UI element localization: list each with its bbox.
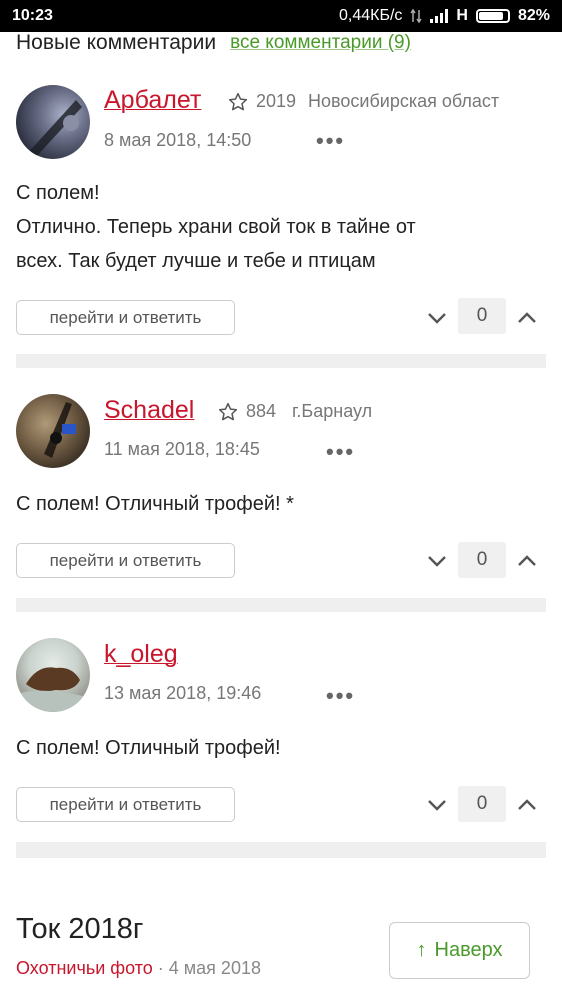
divider (16, 598, 546, 612)
status-bar: 10:23 0,44КБ/с H 82% (0, 0, 562, 32)
star-icon (218, 402, 238, 420)
status-battery: 82% (517, 7, 550, 24)
meta-separator: · (157, 958, 164, 978)
post-meta: Охотничьи фото · 4 мая 2018 (16, 958, 261, 979)
author-location: г.Барнаул (292, 401, 373, 421)
vote-down-icon[interactable] (426, 307, 448, 329)
vote-count: 0 (458, 298, 506, 334)
author-meta: 884 г.Барнаул (218, 401, 372, 422)
arrow-up-icon: ↑ (416, 939, 427, 961)
author-name[interactable]: Арбалет (104, 86, 201, 115)
vote-down-icon[interactable] (426, 550, 448, 572)
avatar[interactable] (16, 85, 90, 159)
comment-text: С полем! Отлично. Теперь храни свой ток … (16, 182, 416, 272)
vote-down-icon[interactable] (426, 794, 448, 816)
status-time: 10:23 (12, 7, 53, 24)
comment-date: 8 мая 2018, 14:50 (104, 130, 252, 150)
more-options-icon[interactable]: ••• (326, 439, 355, 465)
back-to-top-button[interactable]: ↑ Наверх (389, 922, 530, 979)
author-rating: 2019 (256, 91, 297, 111)
reply-button[interactable]: перейти и ответить (16, 543, 235, 578)
vote-up-icon[interactable] (516, 794, 538, 816)
reply-button[interactable]: перейти и ответить (16, 787, 235, 822)
divider (16, 842, 546, 858)
avatar[interactable] (16, 394, 90, 468)
section-title: Новые комментарии (16, 31, 217, 54)
post-title[interactable]: Ток 2018г (16, 913, 143, 946)
comment-date: 13 мая 2018, 19:46 (104, 683, 262, 703)
vote-count: 0 (458, 542, 506, 578)
post-date: 4 мая 2018 (168, 958, 261, 978)
comment-date: 11 мая 2018, 18:45 (104, 439, 260, 459)
author-rating: 884 (246, 401, 277, 421)
more-options-icon[interactable]: ••• (326, 683, 355, 709)
status-network: H (456, 7, 468, 24)
author-name[interactable]: Schadel (104, 396, 194, 425)
post-category[interactable]: Охотничьи фото (16, 958, 153, 978)
back-to-top-label: Наверх (434, 939, 503, 961)
signal-icon (430, 9, 449, 23)
vote-up-icon[interactable] (516, 307, 538, 329)
star-icon (228, 92, 248, 110)
all-comments-link[interactable]: все комментарии (9) (230, 32, 411, 54)
author-meta: 2019 Новосибирская област (228, 91, 499, 112)
comment-text: С полем! Отличный трофей! (16, 737, 281, 759)
vote-count: 0 (458, 786, 506, 822)
more-options-icon[interactable]: ••• (316, 128, 345, 154)
divider (16, 354, 546, 368)
status-speed: 0,44КБ/с (339, 7, 403, 24)
avatar[interactable] (16, 638, 90, 712)
comments-header: Новые комментарии все комментарии (9) (16, 31, 411, 54)
comment-text: С полем! Отличный трофей! * (16, 493, 294, 515)
vote-up-icon[interactable] (516, 550, 538, 572)
reply-button[interactable]: перейти и ответить (16, 300, 235, 335)
data-transfer-icon (410, 8, 423, 24)
author-location: Новосибирская област (308, 91, 500, 111)
battery-icon (475, 9, 510, 23)
author-name[interactable]: k_oleg (104, 640, 178, 669)
